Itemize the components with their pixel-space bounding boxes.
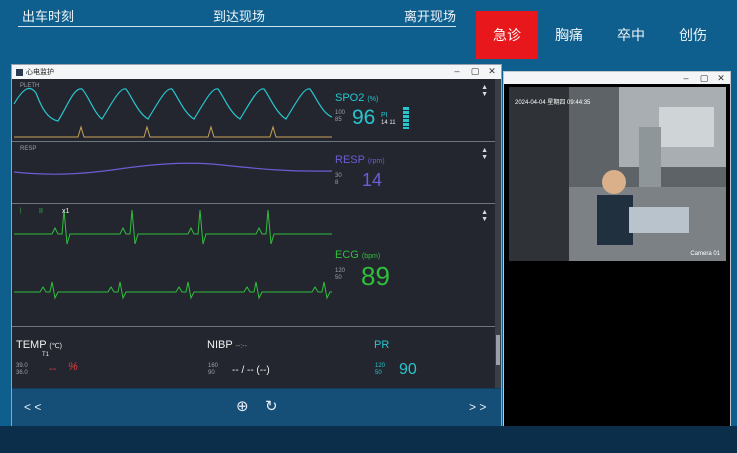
ecg-lead: II [39,208,43,215]
timeline-depart: 出车时刻 [22,9,75,24]
camera-timestamp: 2024-04-04 星期四 09:44:35 [515,100,591,106]
refresh-icon[interactable]: ↻ [265,397,278,415]
nibp-title: NIBP --:-- [207,339,247,351]
temp-alarm-icon: % [68,361,78,373]
pi-label: PI [381,112,388,119]
param-row: TEMP (℃) T1 39.0 36.0 -- % NIBP --:-- 160… [12,327,496,389]
temp-channel: T1 [42,352,50,358]
video-window: – ▢ ✕ 2024-04-04 星期四 09:44:35 Camera 01 [503,71,731,432]
video-titlebar: – ▢ ✕ [504,72,730,84]
spo2-title: SPO2 (%) [335,92,379,104]
next-button[interactable]: > > [469,400,486,414]
pleth-label: PLETH [20,83,40,89]
prev-button[interactable]: < < [24,400,41,414]
spo2-limits: 100 85 [335,110,346,123]
video-close-button[interactable]: ✕ [715,73,727,84]
resp-value: 14 [362,170,383,190]
timeline-line [18,26,456,27]
pr-value: 90 [399,361,417,378]
camera-feed[interactable]: 2024-04-04 星期四 09:44:35 Camera 01 [509,87,726,261]
pleth-waveform [13,87,333,138]
timeline-arrive: 到达现场 [213,9,266,24]
bottom-strip [0,426,737,453]
ecg-title: ECG (bpm) [335,249,381,261]
monitor-toolbar: < < ⊕ ↻ > > [12,388,501,426]
zoom-in-icon[interactable]: ⊕ [236,397,249,415]
resp-panel: RESP RESP (rpm) 30 8 14 ▲ ▼ [12,142,496,204]
ecg-waveform [14,209,332,300]
pi-value: 14 11 [381,120,396,126]
resp-scroll-arrows[interactable]: ▲ ▼ [481,147,488,161]
spo2-panel: PLETH SPO2 (%) 100 85 96 PI 14 11 ▲ ▼ [12,79,496,142]
temp-title: TEMP (℃) [16,339,62,351]
tab-chest-pain[interactable]: 胸痛 [538,11,600,59]
close-button[interactable]: ✕ [486,66,498,77]
ecg-value: 89 [361,261,390,291]
spo2-scroll-arrows[interactable]: ▲ ▼ [481,84,488,98]
ecg-limits: 120 50 [335,268,346,281]
resp-trace-label: RESP [20,146,37,152]
monitor-titlebar: 心电监护 – ▢ ✕ [12,65,501,79]
resp-limits: 30 8 [335,173,342,186]
temp-value: -- [49,363,57,375]
scrollbar-thumb[interactable] [496,335,500,365]
nibp-limits: 160 90 [208,363,219,376]
video-minimize-button[interactable]: – [680,73,692,83]
app-icon [16,68,23,76]
monitor-window-title: 心电监护 [26,69,54,76]
ecg-gain: x1 [62,208,70,215]
minimize-button[interactable]: – [451,66,463,76]
category-tabs: 急诊 胸痛 卒中 创伤 [476,11,724,59]
ecg-panel: | II x1 ECG (bpm) 120 50 89 ▲ ▼ [12,204,496,327]
resp-waveform [13,162,333,175]
maximize-button[interactable]: ▢ [469,66,481,77]
timeline: 出车时刻 到达现场 离开现场 [18,6,456,28]
ecg-scroll-arrows[interactable]: ▲ ▼ [481,209,488,223]
spo2-value: 96 [352,106,376,129]
pr-title: PR [374,339,390,351]
video-maximize-button[interactable]: ▢ [698,73,710,84]
temp-limits: 39.0 36.0 [16,363,28,376]
tab-emergency[interactable]: 急诊 [476,11,538,59]
pr-limits: 120 50 [375,363,386,376]
resp-title: RESP (rpm) [335,154,385,166]
tab-trauma[interactable]: 创伤 [662,11,724,59]
nibp-value: -- / -- (--) [232,365,270,376]
tab-stroke[interactable]: 卒中 [600,11,662,59]
ambulance-interior-image [509,87,726,261]
perfusion-bar [403,107,409,129]
timeline-leave: 离开现场 [404,9,457,24]
ecg-lead-mark: | [20,208,22,214]
camera-label: Camera 01 [690,251,720,257]
monitor-window: 心电监护 – ▢ ✕ PLETH SPO2 (%) 100 85 96 PI 14… [11,64,502,427]
